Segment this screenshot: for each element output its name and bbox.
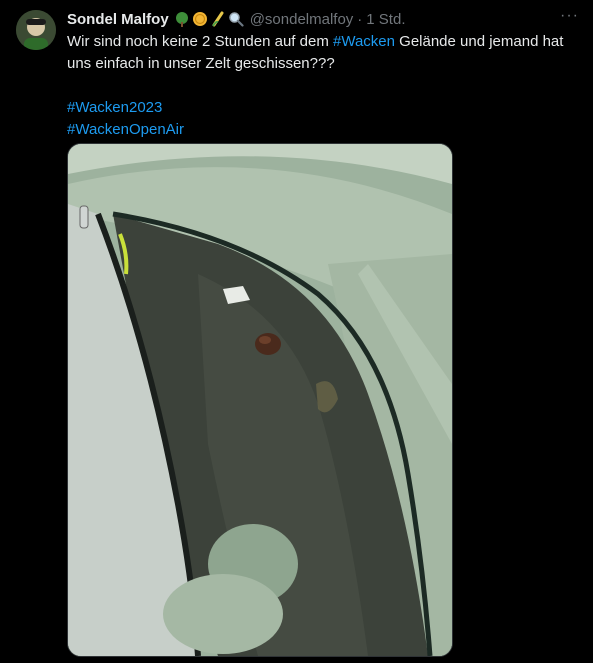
hashtag-wacken[interactable]: #Wacken (333, 33, 395, 50)
tweet-sentence: Wir sind noch keine 2 Stunden auf dem #W… (67, 31, 582, 75)
hashtag-wackenopenair[interactable]: #WackenOpenAir (67, 121, 184, 138)
author-handle[interactable]: @sondelmalfoy (250, 11, 354, 28)
more-options-button[interactable]: ··· (560, 8, 579, 27)
avatar[interactable] (16, 10, 56, 50)
author-display-name[interactable]: Sondel Malfoy (67, 11, 169, 28)
tweet-header: Sondel Malfoy @sondelmalfoy · 1 Std. ··· (67, 8, 579, 29)
tent-photo (68, 144, 452, 656)
tree-icon (175, 12, 188, 27)
hashtag-wacken2023[interactable]: #Wacken2023 (67, 99, 162, 116)
coin-icon (192, 12, 207, 26)
tweet[interactable]: Sondel Malfoy @sondelmalfoy · 1 Std. ···… (0, 0, 593, 663)
post-time[interactable]: 1 Std. (366, 11, 405, 28)
corn-icon (211, 11, 224, 27)
meta-separator: · (357, 10, 363, 28)
tweet-text: Wir sind noch keine 2 Stunden auf dem #W… (67, 31, 582, 141)
tweet-photo[interactable] (67, 143, 453, 657)
author-badges (174, 11, 244, 27)
tweet-text-start: Wir sind noch keine 2 Stunden auf dem (67, 33, 333, 50)
magnifier-icon (228, 12, 244, 27)
